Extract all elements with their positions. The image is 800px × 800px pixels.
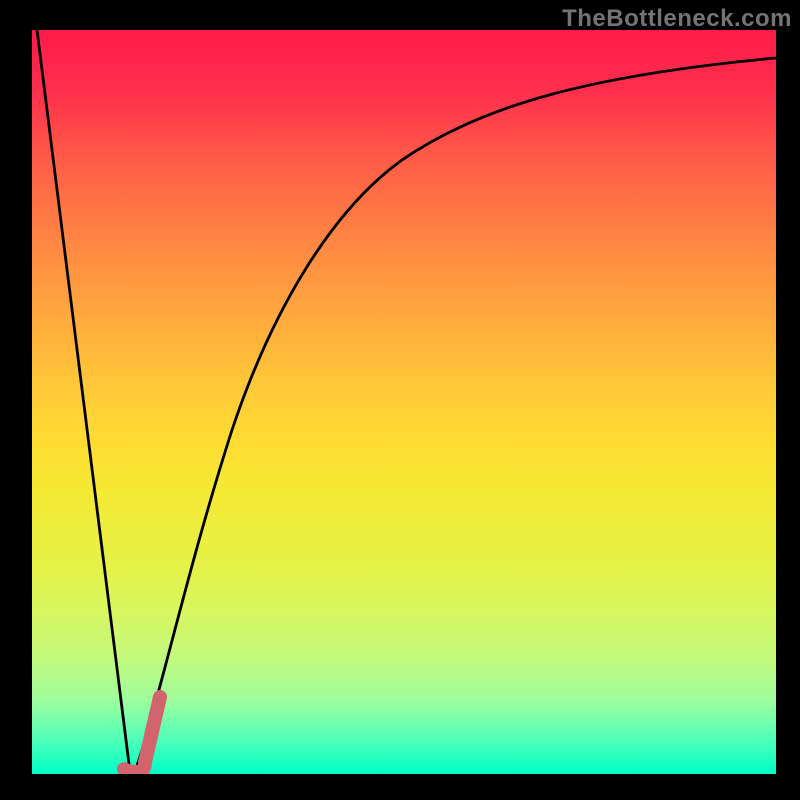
curve-left-descent <box>37 30 130 772</box>
curve-right-rise <box>135 58 776 772</box>
chart-svg <box>32 30 776 774</box>
watermark-text: TheBottleneck.com <box>562 5 792 33</box>
chart-frame: TheBottleneck.com <box>0 0 800 800</box>
